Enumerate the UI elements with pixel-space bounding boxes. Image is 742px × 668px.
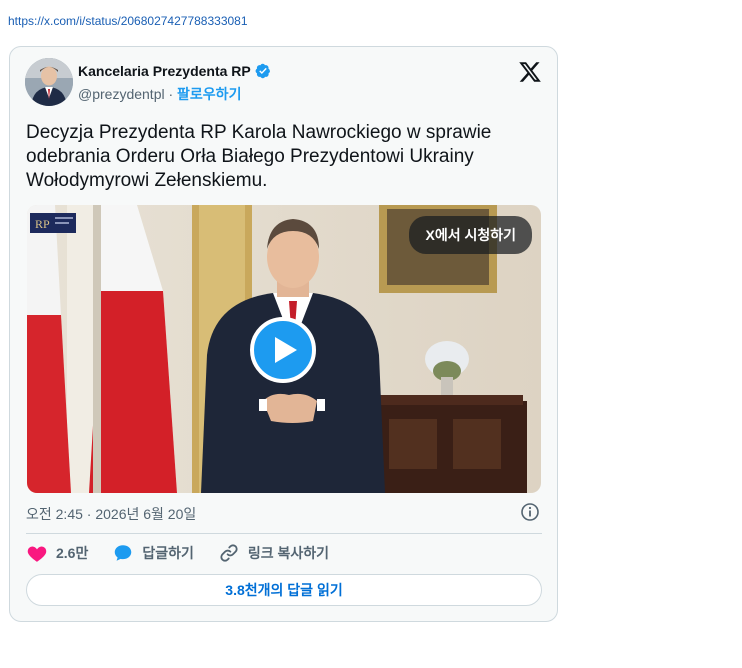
tweet-header: Kancelaria Prezydenta RP @prezydentpl · … — [25, 58, 545, 110]
author-avatar[interactable] — [25, 58, 73, 106]
watermark-text: RP — [35, 217, 50, 231]
tweet-text: Decyzja Prezydenta RP Karola Nawrockiego… — [26, 121, 536, 193]
author-handle[interactable]: @prezydentpl — [78, 86, 165, 102]
link-icon — [220, 544, 238, 562]
tweet-embed-card: Kancelaria Prezydenta RP @prezydentpl · … — [9, 46, 558, 622]
like-button[interactable]: 2.6만 — [26, 542, 88, 564]
x-logo-icon[interactable] — [518, 60, 542, 84]
info-icon[interactable] — [520, 502, 540, 522]
action-bar: 2.6만 답글하기 링크 복사하기 — [26, 541, 353, 565]
follow-button[interactable]: 팔로우하기 — [177, 86, 241, 102]
tweet-text-line: Wołodymyrowi Zełenskiemu. — [26, 170, 268, 191]
handle-row: @prezydentpl · 팔로우하기 — [78, 84, 271, 104]
tweet-timestamp[interactable]: 오전 2:45 · 2026년 6월 20일 — [26, 504, 196, 524]
play-button[interactable] — [250, 317, 316, 383]
speech-bubble-icon — [115, 545, 132, 561]
tweet-text-line: Decyzja Prezydenta RP Karola Nawrockiego… — [26, 122, 492, 143]
tweet-text-line: odebrania Orderu Orła Białego Prezydento… — [26, 146, 474, 167]
author-block: Kancelaria Prezydenta RP @prezydentpl · … — [78, 63, 271, 104]
verified-badge-icon — [255, 63, 270, 79]
author-name[interactable]: Kancelaria Prezydenta RP — [78, 63, 251, 79]
handle-separator: · — [164, 86, 178, 102]
copy-link-label: 링크 복사하기 — [247, 545, 330, 561]
watch-on-x-button[interactable]: X에서 시청하기 — [409, 216, 532, 254]
video-thumbnail[interactable]: RP X에서 시청하기 — [27, 205, 541, 493]
status-url-link[interactable]: https://x.com/i/status/20680274277883330… — [8, 14, 248, 28]
read-replies-button[interactable]: 3.8천개의 답글 읽기 — [26, 574, 542, 606]
play-icon — [275, 337, 297, 363]
like-count: 2.6만 — [56, 545, 89, 561]
reply-label: 답글하기 — [142, 545, 194, 561]
copy-link-button[interactable]: 링크 복사하기 — [218, 542, 329, 564]
divider — [26, 533, 542, 534]
heart-icon — [27, 546, 47, 562]
reply-button[interactable]: 답글하기 — [112, 542, 194, 564]
